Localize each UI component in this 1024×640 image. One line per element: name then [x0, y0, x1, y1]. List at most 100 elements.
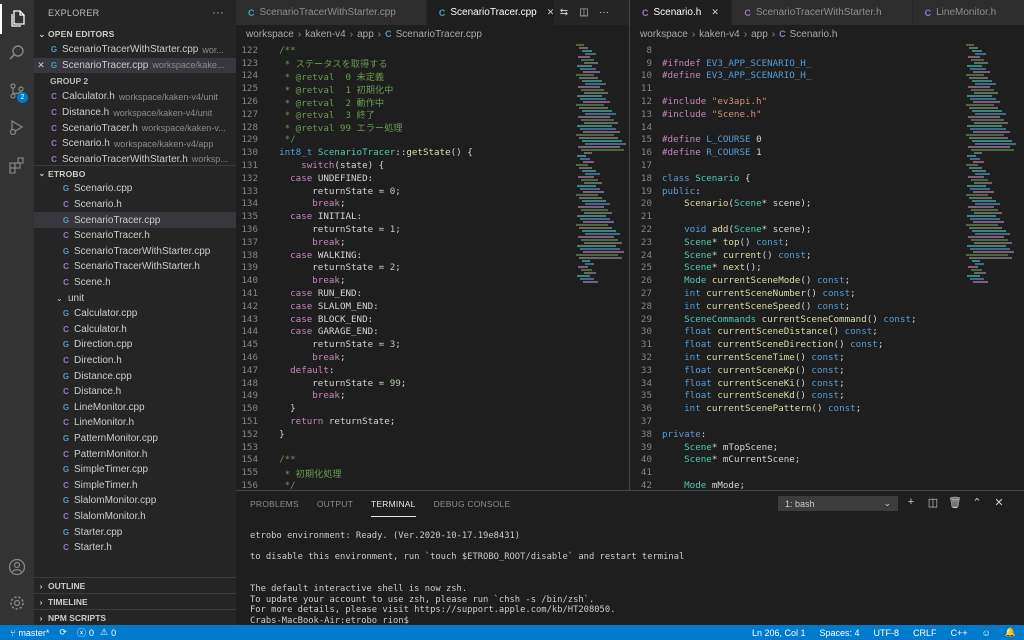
- cpp-file-icon: C: [438, 7, 446, 18]
- breadcrumb-segment[interactable]: kaken-v4: [305, 29, 346, 40]
- file-tree-item[interactable]: C SimpleTimer.h: [34, 477, 236, 493]
- breadcrumb-segment[interactable]: ScenarioTracer.cpp: [396, 29, 482, 40]
- close-panel-icon[interactable]: ✕: [988, 496, 1010, 509]
- editor-tab[interactable]: C ScenarioTracer.cpp ✕: [426, 0, 554, 25]
- file-tree-item[interactable]: G Distance.cpp: [34, 368, 236, 384]
- file-tree-item[interactable]: C ScenarioTracer.h: [34, 228, 236, 244]
- open-editor-item[interactable]: C ScenarioTracer.h workspace/kaken-v...: [34, 120, 236, 136]
- open-editor-item[interactable]: G ScenarioTracerWithStarter.cpp wor...: [34, 42, 236, 58]
- file-tree-item[interactable]: C Scenario.h: [34, 197, 236, 213]
- open-editor-item[interactable]: C Calculator.h workspace/kaken-v4/unit: [34, 89, 236, 105]
- settings-gear-icon[interactable]: [0, 588, 34, 618]
- open-editor-item[interactable]: C Scenario.h workspace/kaken-v4/app: [34, 136, 236, 152]
- minimap-line: [576, 224, 608, 226]
- open-editor-item[interactable]: C Distance.h workspace/kaken-v4/unit: [34, 105, 236, 121]
- left-code-editor[interactable]: 122 /** 123 * ステータスを取得する 124 * @retval 0 未…: [236, 44, 574, 490]
- file-tree-item[interactable]: C ScenarioTracerWithStarter.h: [34, 259, 236, 275]
- minimap-line: [968, 56, 980, 58]
- warning-count[interactable]: 0: [111, 628, 116, 638]
- file-tree-item[interactable]: C Starter.h: [34, 540, 236, 556]
- file-tree-item[interactable]: C Direction.h: [34, 353, 236, 369]
- minimap-line: [583, 101, 610, 103]
- folder-unit[interactable]: ⌄ unit: [34, 290, 236, 306]
- file-tree: G Scenario.cpp C Scenario.h G ScenarioTracer.…: [34, 181, 236, 556]
- file-tree-item[interactable]: G SimpleTimer.cpp: [34, 462, 236, 478]
- file-tree-item[interactable]: G SlalomMonitor.cpp: [34, 493, 236, 509]
- breadcrumb-segment[interactable]: kaken-v4: [699, 29, 740, 40]
- terminal-output[interactable]: etrobo environment: Ready. (Ver.2020-10-…: [250, 531, 684, 626]
- minimap-line: [585, 83, 606, 85]
- file-tree-item[interactable]: C Scene.h: [34, 275, 236, 291]
- file-tree-item[interactable]: G PatternMonitor.cpp: [34, 431, 236, 447]
- file-tree-item[interactable]: G Scenario.cpp: [34, 181, 236, 197]
- minimap-line: [970, 188, 990, 190]
- panel-tab-output[interactable]: OUTPUT: [317, 491, 353, 517]
- editor-tab[interactable]: C ScenarioTracerWithStarter.h: [732, 0, 913, 25]
- maximize-panel-icon[interactable]: ⌃: [966, 496, 988, 509]
- open-editor-item[interactable]: ✕ G ScenarioTracer.cpp workspace/kake...: [34, 57, 236, 74]
- file-tree-item[interactable]: G Direction.cpp: [34, 337, 236, 353]
- etrobo-section[interactable]: ⌄ ETROBO: [34, 165, 236, 181]
- sync-icon[interactable]: ⟳: [59, 627, 67, 638]
- panel-tab-problems[interactable]: PROBLEMS: [250, 491, 299, 517]
- minimap-line: [583, 131, 620, 133]
- more-actions-icon[interactable]: ···: [594, 7, 614, 18]
- notifications-icon[interactable]: 🔔: [1005, 627, 1016, 638]
- file-tree-item[interactable]: G ScenarioTracer.cpp: [34, 212, 236, 228]
- npm-scripts-section[interactable]: › NPM SCRIPTS: [34, 609, 236, 625]
- new-terminal-icon[interactable]: +: [900, 496, 922, 509]
- file-tree-item[interactable]: C SlalomMonitor.h: [34, 509, 236, 525]
- breadcrumb-segment[interactable]: workspace: [640, 29, 688, 40]
- git-branch[interactable]: master*: [18, 628, 49, 638]
- error-count[interactable]: 0: [89, 628, 94, 638]
- file-tree-item[interactable]: G LineMonitor.cpp: [34, 400, 236, 416]
- outline-section[interactable]: › OUTLINE: [34, 577, 236, 593]
- close-icon[interactable]: ✕: [711, 7, 721, 18]
- split-editor-icon[interactable]: ◫: [574, 7, 594, 18]
- open-editors-section[interactable]: ⌄ OPEN EDITORS: [34, 26, 236, 42]
- right-minimap[interactable]: [964, 44, 1024, 490]
- left-minimap[interactable]: [574, 44, 630, 490]
- breadcrumb-segment[interactable]: app: [751, 29, 768, 40]
- terminal-select[interactable]: 1: bash ⌄: [778, 496, 898, 511]
- file-tree-item[interactable]: C Calculator.h: [34, 322, 236, 338]
- open-editor-item[interactable]: C ScenarioTracerWithStarter.h worksp...: [34, 152, 236, 166]
- language-mode[interactable]: C++: [951, 628, 968, 638]
- minimap-line: [967, 65, 982, 67]
- split-terminal-icon[interactable]: ◫: [922, 496, 944, 509]
- compare-icon[interactable]: ⇆: [554, 7, 574, 18]
- editor-tab[interactable]: C Scenario.h ✕: [630, 0, 733, 25]
- file-tree-item[interactable]: G ScenarioTracerWithStarter.cpp: [34, 244, 236, 260]
- panel-tab-debug-console[interactable]: DEBUG CONSOLE: [434, 491, 511, 517]
- file-tree-item[interactable]: G Calculator.cpp: [34, 306, 236, 322]
- account-icon[interactable]: [0, 552, 34, 582]
- file-tree-item[interactable]: C LineMonitor.h: [34, 415, 236, 431]
- search-icon[interactable]: [0, 38, 34, 68]
- feedback-icon[interactable]: ☺: [982, 628, 991, 638]
- more-actions-icon[interactable]: ···: [212, 7, 224, 19]
- file-tree-item[interactable]: G Starter.cpp: [34, 524, 236, 540]
- run-debug-icon[interactable]: [0, 112, 34, 142]
- close-icon[interactable]: ✕: [547, 7, 554, 18]
- source-control-icon[interactable]: 2: [0, 76, 34, 106]
- panel-tab-terminal[interactable]: TERMINAL: [371, 491, 416, 517]
- cursor-position[interactable]: Ln 206, Col 1: [752, 628, 806, 638]
- minimap-line: [972, 110, 1002, 112]
- breadcrumb-segment[interactable]: app: [357, 29, 374, 40]
- right-code-editor[interactable]: 8 9 #ifndef EV3_APP_SCENARIO_H_ 10 #define E…: [630, 44, 964, 490]
- kill-terminal-icon[interactable]: 🗑: [944, 496, 966, 509]
- close-icon[interactable]: ✕: [34, 60, 48, 71]
- indentation[interactable]: Spaces: 4: [820, 628, 860, 638]
- breadcrumb-segment[interactable]: workspace: [246, 29, 294, 40]
- extensions-icon[interactable]: [0, 150, 34, 180]
- editor-tab[interactable]: C LineMonitor.h: [912, 0, 1024, 25]
- explorer-icon[interactable]: [0, 4, 34, 34]
- editor-tab[interactable]: C ScenarioTracerWithStarter.cpp: [236, 0, 427, 25]
- encoding[interactable]: UTF-8: [874, 628, 900, 638]
- file-tree-item[interactable]: C Distance.h: [34, 384, 236, 400]
- timeline-section[interactable]: › TIMELINE: [34, 593, 236, 609]
- file-tree-item[interactable]: C PatternMonitor.h: [34, 446, 236, 462]
- line-endings[interactable]: CRLF: [913, 628, 937, 638]
- breadcrumb-segment[interactable]: Scenario.h: [790, 29, 838, 40]
